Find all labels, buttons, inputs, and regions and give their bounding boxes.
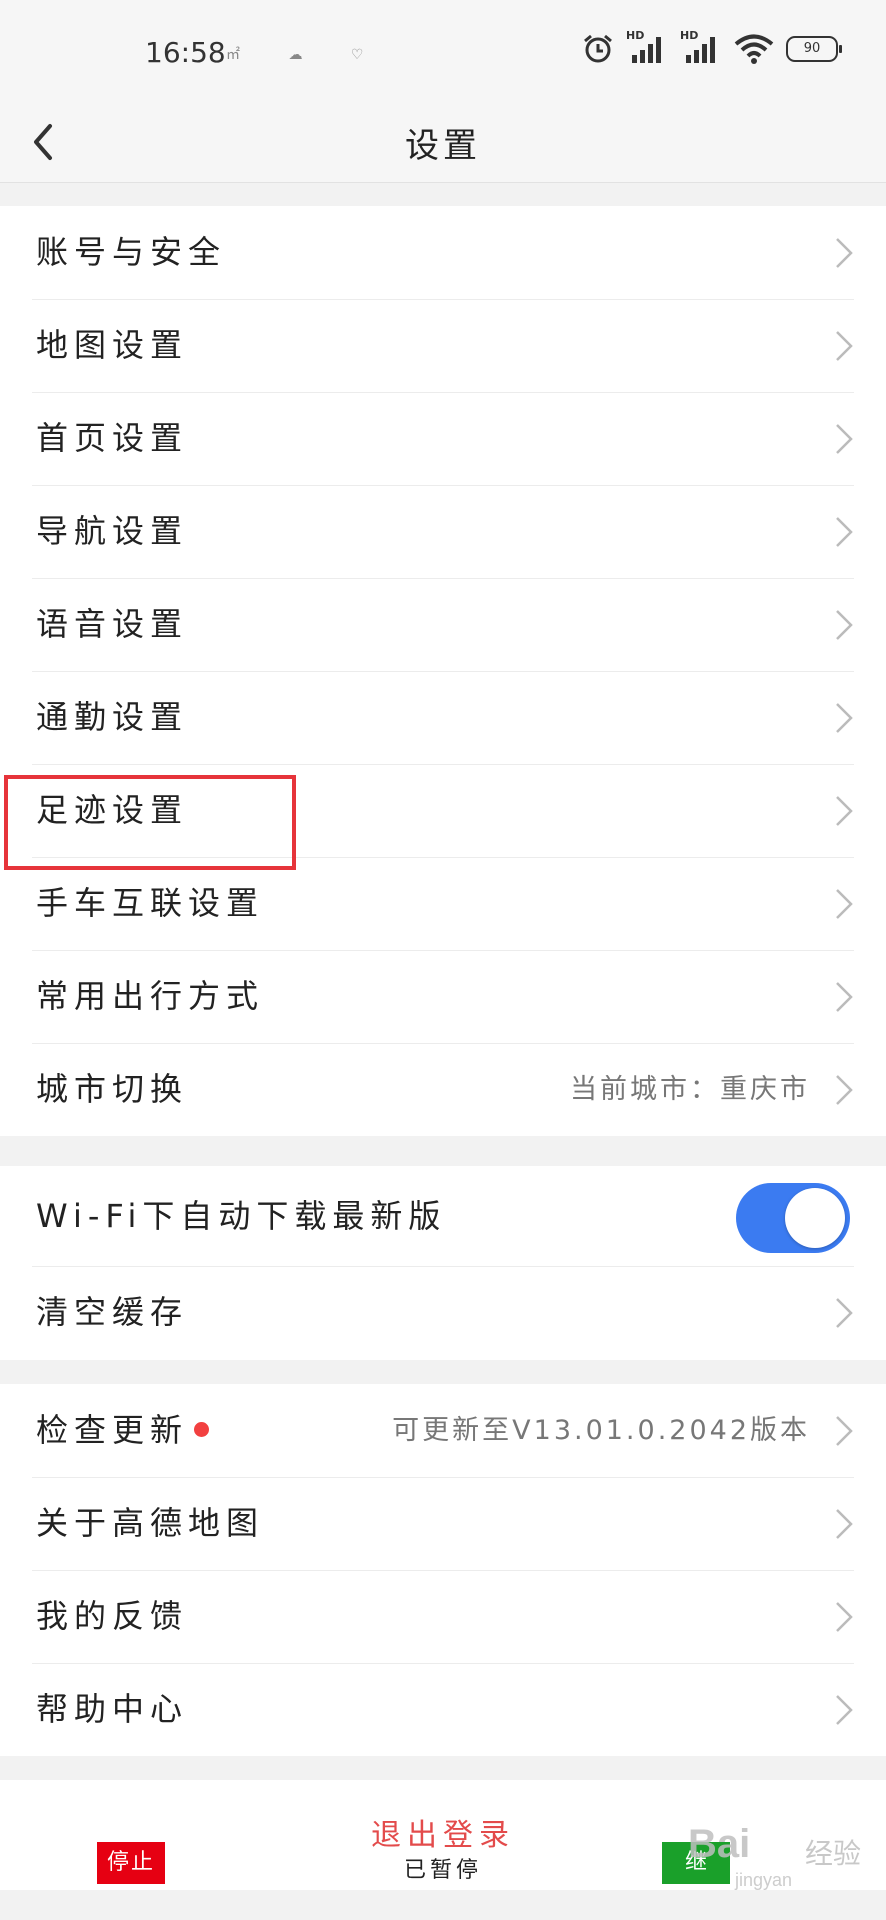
- chevron-right-icon: [836, 982, 853, 1012]
- wifi-download-toggle[interactable]: [736, 1183, 850, 1253]
- settings-item-travel-mode[interactable]: 常用出行方式: [0, 950, 886, 1043]
- settings-item-phone-car[interactable]: 手车互联设置: [0, 857, 886, 950]
- settings-item-city-switch[interactable]: 城市切换 当前城市：重庆市: [0, 1043, 886, 1136]
- settings-item-label: 首页设置: [36, 419, 189, 457]
- chevron-right-icon: [836, 424, 853, 454]
- status-bar: 16:58 ㎡ ☁ ♡ HD HD 90: [0, 0, 886, 100]
- signal-1: HD: [626, 29, 668, 65]
- settings-group-download: Wi-Fi下自动下载最新版 清空缓存: [0, 1166, 886, 1360]
- signal-2: HD: [680, 29, 722, 65]
- chevron-right-icon: [836, 889, 853, 919]
- settings-item-label: 通勤设置: [36, 698, 189, 736]
- settings-item-label: 常用出行方式: [36, 977, 265, 1015]
- settings-item-about[interactable]: 关于高德地图: [0, 1477, 886, 1570]
- wifi-icon: [734, 34, 774, 64]
- watermark-text: 经验: [805, 1837, 862, 1870]
- settings-item-check-update[interactable]: 检查更新 可更新至V13.01.0.2042版本: [0, 1384, 886, 1477]
- signal-icon: [632, 37, 661, 63]
- settings-item-label: 城市切换: [36, 1070, 189, 1108]
- chevron-right-icon: [836, 517, 853, 547]
- check-update-label: 检查更新: [36, 1411, 189, 1449]
- update-badge-dot: [194, 1421, 210, 1437]
- settings-item-label: 关于高德地图: [36, 1504, 265, 1542]
- bottom-bar: 退出登录 已暂停 停止 继 Bai 经验 jingyan: [0, 1780, 886, 1890]
- status-right: HD HD 90: [582, 29, 842, 66]
- toggle-knob: [785, 1188, 845, 1248]
- chevron-right-icon: [836, 1075, 853, 1105]
- chevron-right-icon: [836, 1695, 853, 1725]
- signal-icon: [686, 37, 715, 63]
- settings-item-commute[interactable]: 通勤设置: [0, 671, 886, 764]
- chevron-right-icon: [836, 1509, 853, 1539]
- settings-item-feedback[interactable]: 我的反馈: [0, 1570, 886, 1663]
- settings-item-footprint[interactable]: 足迹设置: [0, 764, 886, 857]
- chevron-right-icon: [836, 796, 853, 826]
- chevron-right-icon: [836, 610, 853, 640]
- alarm-icon: [584, 34, 612, 63]
- settings-item-label: 账号与安全: [36, 233, 227, 271]
- settings-item-label: 检查更新: [36, 1384, 210, 1477]
- settings-item-label: 我的反馈: [36, 1597, 189, 1635]
- settings-item-navigation[interactable]: 导航设置: [0, 485, 886, 578]
- stop-button[interactable]: 停止: [97, 1842, 165, 1884]
- watermark-logo: Bai: [688, 1822, 751, 1866]
- page-title: 设置: [405, 126, 481, 166]
- battery-icon: 90: [786, 36, 842, 62]
- watermark-subtext: jingyan: [735, 1870, 793, 1890]
- current-city-value: 当前城市：重庆市: [570, 1074, 810, 1105]
- settings-item-label: 清空缓存: [36, 1293, 189, 1331]
- settings-item-label: 足迹设置: [36, 791, 189, 829]
- chevron-right-icon: [836, 703, 853, 733]
- chevron-right-icon: [836, 331, 853, 361]
- settings-item-label: 导航设置: [36, 512, 189, 550]
- settings-item-wifi-download: Wi-Fi下自动下载最新版: [0, 1166, 886, 1266]
- settings-item-label: 手车互联设置: [36, 884, 265, 922]
- chevron-right-icon: [836, 1602, 853, 1632]
- settings-item-home[interactable]: 首页设置: [0, 392, 886, 485]
- settings-item-clear-cache[interactable]: 清空缓存: [0, 1266, 886, 1359]
- settings-item-label: 语音设置: [36, 605, 189, 643]
- settings-item-label: 地图设置: [36, 326, 189, 364]
- settings-item-map[interactable]: 地图设置: [0, 299, 886, 392]
- settings-item-account-security[interactable]: 账号与安全: [0, 206, 886, 299]
- update-version-value: 可更新至V13.01.0.2042版本: [392, 1415, 810, 1446]
- settings-item-help[interactable]: 帮助中心: [0, 1663, 886, 1756]
- settings-item-label: Wi-Fi下自动下载最新版: [36, 1197, 447, 1235]
- notification-icons: ㎡ ☁ ♡: [226, 47, 386, 63]
- chevron-right-icon: [836, 1298, 853, 1328]
- nav-bar: 设置: [0, 100, 886, 183]
- chevron-right-icon: [836, 238, 853, 268]
- settings-group-general: 账号与安全 地图设置 首页设置 导航设置 语音设置 通勤设置 足迹设置 手车互联…: [0, 206, 886, 1136]
- settings-group-about: 检查更新 可更新至V13.01.0.2042版本 关于高德地图 我的反馈 帮助中…: [0, 1384, 886, 1756]
- status-time: 16:58: [145, 36, 226, 69]
- settings-item-voice[interactable]: 语音设置: [0, 578, 886, 671]
- settings-item-label: 帮助中心: [36, 1690, 189, 1728]
- chevron-right-icon: [836, 1416, 853, 1446]
